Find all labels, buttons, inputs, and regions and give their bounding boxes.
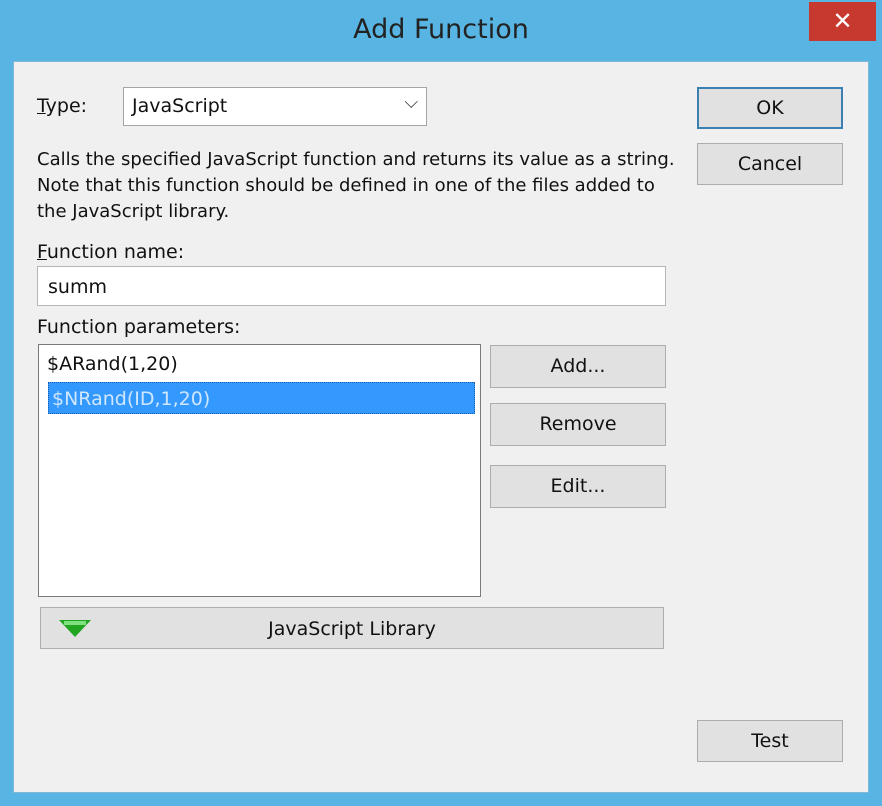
window-title: Add Function	[353, 14, 529, 45]
function-name-label: Function name:	[37, 241, 185, 263]
ok-button[interactable]: OK	[697, 87, 843, 129]
add-button[interactable]: Add...	[490, 345, 666, 388]
javascript-library-button[interactable]: JavaScript Library	[40, 607, 664, 649]
javascript-library-label: JavaScript Library	[268, 618, 436, 640]
list-item[interactable]: $ARand(1,20)	[47, 348, 178, 380]
dialog-window: Add Function ✕ Type: JavaScript ⌵ Calls …	[0, 0, 882, 806]
function-name-value: summ	[48, 276, 107, 298]
function-description: Calls the specified JavaScript function …	[37, 149, 675, 222]
type-label: Type:	[37, 95, 88, 117]
type-select-value: JavaScript	[132, 95, 228, 117]
list-item-selected[interactable]: $NRand(ID,1,20)	[48, 382, 475, 414]
function-parameters-label: Function parameters:	[37, 316, 241, 338]
type-select[interactable]: JavaScript ⌵	[123, 87, 427, 126]
close-button[interactable]: ✕	[809, 2, 876, 41]
cancel-button[interactable]: Cancel	[697, 143, 843, 185]
dialog-body: Type: JavaScript ⌵ Calls the specified J…	[13, 61, 869, 793]
title-bar[interactable]: Add Function ✕	[0, 0, 882, 62]
test-button[interactable]: Test	[697, 720, 843, 762]
remove-button[interactable]: Remove	[490, 403, 666, 446]
function-name-input[interactable]: summ	[37, 266, 666, 306]
function-parameters-list[interactable]: $ARand(1,20) $NRand(ID,1,20)	[38, 344, 481, 597]
chevron-down-icon: ⌵	[404, 92, 418, 113]
close-icon: ✕	[832, 7, 853, 35]
edit-button[interactable]: Edit...	[490, 465, 666, 508]
